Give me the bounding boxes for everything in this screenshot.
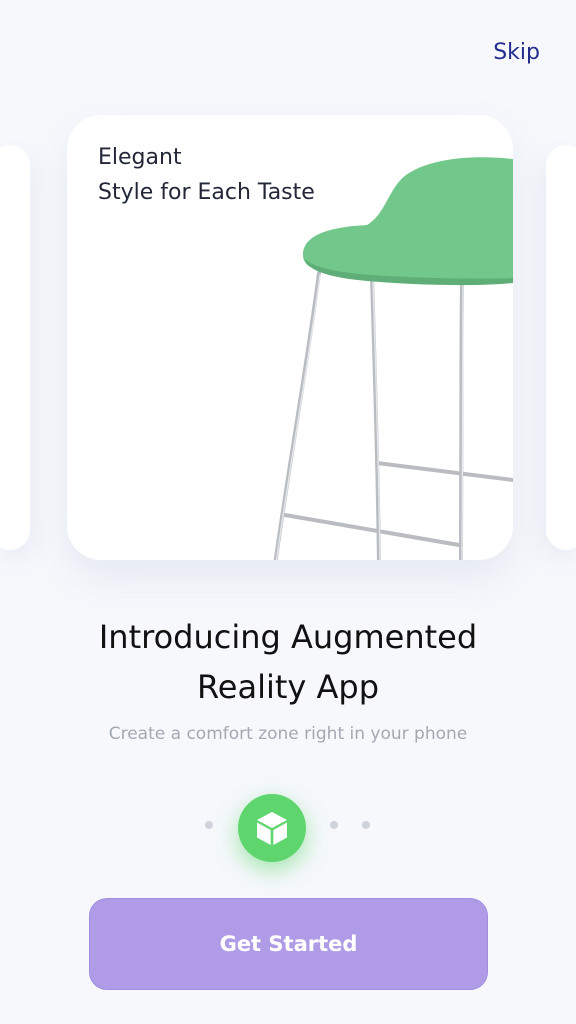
onboarding-subtitle: Create a comfort zone right in your phon… bbox=[108, 724, 468, 744]
page-dot-active[interactable] bbox=[238, 794, 306, 862]
card-tagline-line2: Style for Each Taste bbox=[98, 180, 315, 205]
cube-icon bbox=[257, 812, 287, 845]
title-line2: Reality App bbox=[196, 668, 380, 706]
product-card: Elegant Style for Each Taste bbox=[67, 115, 513, 560]
card-tagline-line1: Elegant bbox=[98, 145, 182, 170]
page-dot-4[interactable] bbox=[362, 821, 370, 829]
next-slide-card[interactable] bbox=[546, 145, 576, 550]
title-line1: Introducing Augmented bbox=[98, 618, 478, 656]
page-dot-3[interactable] bbox=[330, 821, 338, 829]
onboarding-title: Introducing Augmented Reality App bbox=[0, 612, 576, 712]
page-dot-1[interactable] bbox=[205, 821, 213, 829]
get-started-button[interactable]: Get Started bbox=[89, 898, 488, 990]
previous-slide-card[interactable] bbox=[0, 145, 30, 550]
skip-button[interactable]: Skip bbox=[493, 40, 540, 65]
